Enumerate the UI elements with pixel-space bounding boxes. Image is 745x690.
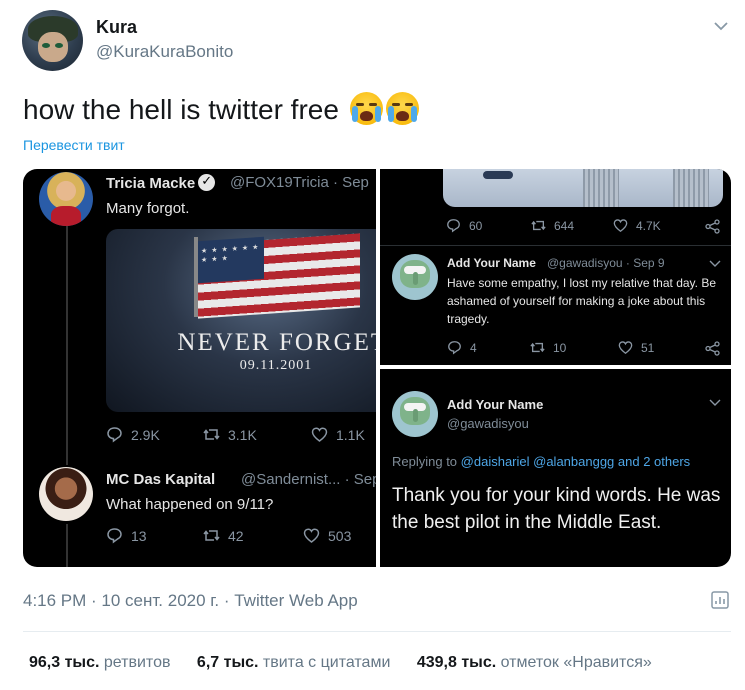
tweet-author-handle: @FOX19Tricia · Sep [230,174,369,191]
retweet-action: 644 [531,218,574,233]
author-name[interactable]: Kura [96,17,137,38]
retweet-count: 644 [554,218,575,233]
stats-divider [23,631,731,632]
thread-line [66,524,68,567]
retweet-action: 3.1K [203,426,257,443]
reply-count: 60 [469,218,483,233]
share-icon [705,341,720,356]
tweet-body: Thank you for your kind words. He was th… [392,485,721,533]
avatar [39,467,93,521]
reply-action: 2.9K [106,426,160,443]
like-action: 1.1K [311,426,365,443]
twin-towers-image [443,169,723,207]
reply-icon [448,341,461,355]
reply-count: 4 [470,340,477,355]
divider [380,245,731,246]
reply-action: 13 [106,527,147,544]
author-handle[interactable]: @KuraKuraBonito [96,42,233,62]
quote-tweets-count: 6,7 тыс. [196,654,259,671]
replying-to-links: @daishariel @alanbanggg and 2 others [460,454,691,469]
avatar [392,391,438,437]
tower-shape [673,169,709,207]
retweets-count: 96,3 тыс. [29,654,100,671]
retweet-icon [203,530,220,541]
never-forget-image: NEVER FORGET. 09.11.2001 [106,229,376,412]
avatar [392,254,438,300]
loudly-crying-face-icon [349,92,383,125]
replying-to: Replying to @daishariel @alanbanggg and … [392,454,690,469]
reply-count: 2.9K [131,426,160,443]
retweet-count: 10 [553,340,567,355]
likes-count: 439,8 тыс. [416,654,497,671]
tower-shape [583,169,619,207]
share-icon [705,219,720,234]
retweet-count: 3.1K [228,426,257,443]
like-action: 4.7K [613,218,661,233]
tweet-timestamp[interactable]: 4:16 PM · 10 сент. 2020 г. · Twitter Web… [23,591,358,611]
reply-action: 4 [447,340,477,355]
verified-badge-icon [198,173,216,191]
likes-stat[interactable]: 439,8 тыс. отметок «Нравится» [417,654,652,672]
heart-icon [303,528,320,543]
thread-line [66,225,68,465]
retweet-icon [530,342,545,353]
tweet-text: how the hell is twitter free [23,92,419,126]
plane-icon [483,171,513,179]
tweet-author-handle: @gawadisyou · Sep 9 [547,256,665,270]
like-count: 4.7K [636,218,661,233]
reply-action: 60 [446,218,482,233]
retweet-action: 10 [530,340,566,355]
chevron-down-icon [709,260,721,267]
author-avatar[interactable] [22,10,83,71]
tweet-text-content: how the hell is twitter free [23,94,339,125]
chevron-down-icon[interactable] [712,17,730,35]
media-image-top-right[interactable]: 60 644 4.7K Add Your Name @gawadisyou · … [380,169,731,365]
translate-tweet-link[interactable]: Перевести твит [23,137,125,153]
tweet-media-grid[interactable]: Tricia Macke @FOX19Tricia · Sep Many for… [23,169,731,567]
tweet-author-handle: @Sandernist... · Sep [241,471,376,488]
retweets-stat[interactable]: 96,3 тыс. ретвитов [29,654,170,672]
heart-icon [618,341,633,355]
likes-label: отметок «Нравится» [500,654,652,671]
tweet-author-handle: @gawadisyou [447,416,529,431]
retweet-count: 42 [228,527,244,544]
image-title: NEVER FORGET. [177,329,376,356]
retweets-label: ретвитов [103,654,171,671]
reply-count: 13 [131,527,147,544]
tweet-author-name: MC Das Kapital [106,471,216,488]
retweet-action: 42 [203,527,244,544]
like-action: 51 [618,340,654,355]
heart-icon [311,427,328,442]
tweet-body: Many forgot. [106,200,190,217]
tweet-author-name-text: Tricia Macke [106,175,196,192]
retweet-icon [203,429,220,440]
media-image-left[interactable]: Tricia Macke @FOX19Tricia · Sep Many for… [23,169,376,567]
like-count: 1.1K [336,426,365,443]
image-date: 09.11.2001 [239,358,313,373]
quote-tweets-label: твита с цитатами [262,654,391,671]
reply-icon [107,528,122,544]
tweet-author-name: Tricia Macke [106,173,216,192]
loudly-crying-face-icon [385,92,419,125]
heart-icon [613,219,628,233]
reply-icon [447,219,460,233]
engagement-stats: 96,3 тыс. ретвитов 6,7 тыс. твита с цита… [29,654,652,672]
chevron-down-icon [709,399,721,406]
tweet-author-name: Add Your Name [447,256,536,270]
quote-tweets-stat[interactable]: 6,7 тыс. твита с цитатами [197,654,390,672]
avatar [39,172,93,226]
like-count: 51 [641,340,655,355]
flag-canton [198,236,264,284]
tweet-body: Have some empathy, I lost my relative th… [447,276,717,326]
like-count: 503 [328,527,352,544]
reply-icon [107,427,122,443]
replying-prefix: Replying to [392,454,458,469]
media-image-bottom-right[interactable]: Add Your Name @gawadisyou Replying to @d… [380,369,731,567]
tweet-body: What happened on 9/11? [106,496,274,513]
like-action: 503 [303,527,351,544]
analytics-icon[interactable] [709,589,731,611]
tweet-author-name: Add Your Name [447,397,544,412]
retweet-icon [531,220,546,231]
